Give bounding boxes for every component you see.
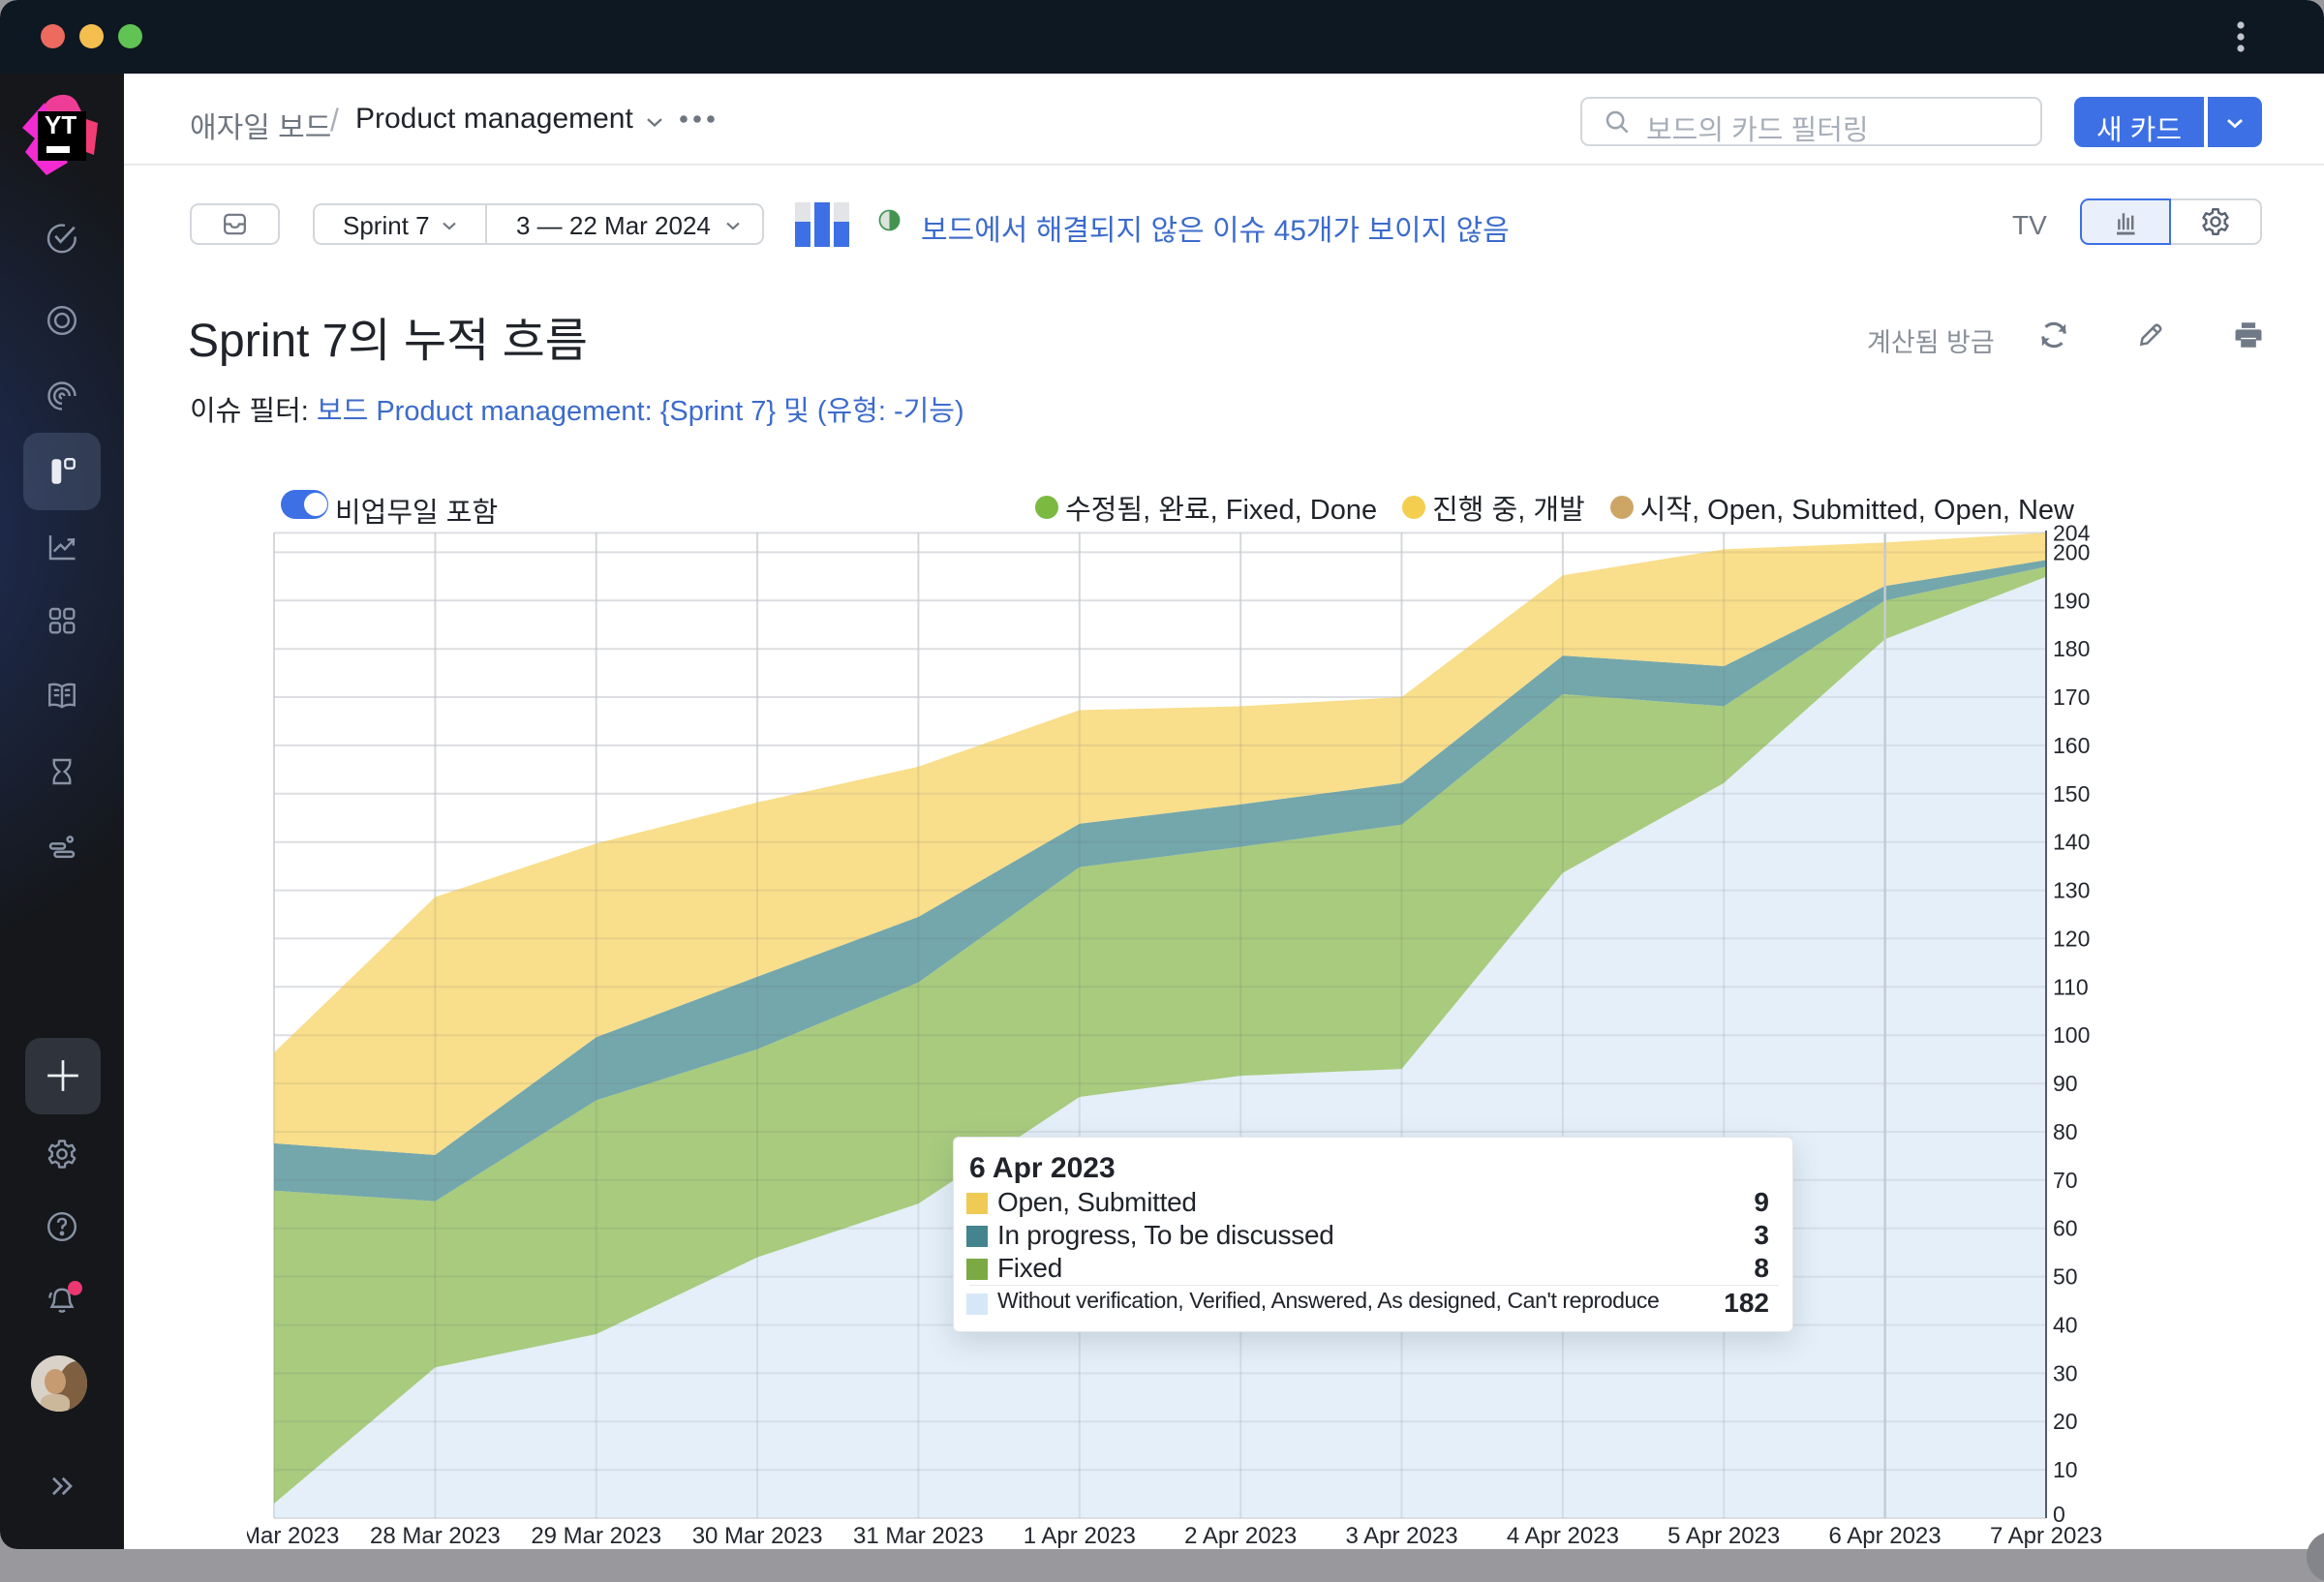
- svg-text:5 Apr 2023: 5 Apr 2023: [1667, 1523, 1780, 1549]
- svg-text:140: 140: [2053, 830, 2090, 855]
- svg-text:20: 20: [2053, 1409, 2078, 1434]
- svg-text:40: 40: [2053, 1313, 2078, 1338]
- svg-text:2 Apr 2023: 2 Apr 2023: [1184, 1523, 1297, 1549]
- svg-text:170: 170: [2053, 685, 2090, 710]
- svg-text:150: 150: [2053, 781, 2090, 806]
- svg-text:30 Mar 2023: 30 Mar 2023: [692, 1523, 823, 1549]
- svg-text:70: 70: [2053, 1168, 2078, 1193]
- svg-text:10: 10: [2053, 1457, 2078, 1482]
- svg-text:120: 120: [2053, 926, 2090, 951]
- svg-text:180: 180: [2053, 636, 2090, 661]
- svg-text:YT: YT: [45, 110, 76, 139]
- svg-text:28 Mar 2023: 28 Mar 2023: [370, 1523, 501, 1549]
- svg-text:7 Apr 2023: 7 Apr 2023: [1990, 1523, 2102, 1549]
- svg-text:27 Mar 2023: 27 Mar 2023: [247, 1523, 339, 1549]
- svg-text:31 Mar 2023: 31 Mar 2023: [853, 1523, 984, 1549]
- svg-text:204: 204: [2053, 523, 2091, 545]
- svg-text:60: 60: [2053, 1216, 2078, 1241]
- svg-text:100: 100: [2053, 1022, 2090, 1048]
- svg-text:4 Apr 2023: 4 Apr 2023: [1507, 1523, 1619, 1549]
- svg-text:80: 80: [2053, 1119, 2078, 1144]
- svg-text:160: 160: [2053, 733, 2090, 758]
- svg-text:190: 190: [2053, 588, 2090, 613]
- svg-text:30: 30: [2053, 1360, 2078, 1385]
- svg-text:1 Apr 2023: 1 Apr 2023: [1024, 1523, 1136, 1549]
- svg-text:3 Apr 2023: 3 Apr 2023: [1345, 1523, 1457, 1549]
- svg-text:50: 50: [2053, 1264, 2078, 1290]
- svg-text:130: 130: [2053, 878, 2090, 903]
- svg-text:90: 90: [2053, 1071, 2078, 1096]
- svg-text:6 Apr 2023: 6 Apr 2023: [1829, 1523, 1942, 1549]
- svg-text:29 Mar 2023: 29 Mar 2023: [531, 1523, 661, 1549]
- svg-text:110: 110: [2053, 974, 2089, 999]
